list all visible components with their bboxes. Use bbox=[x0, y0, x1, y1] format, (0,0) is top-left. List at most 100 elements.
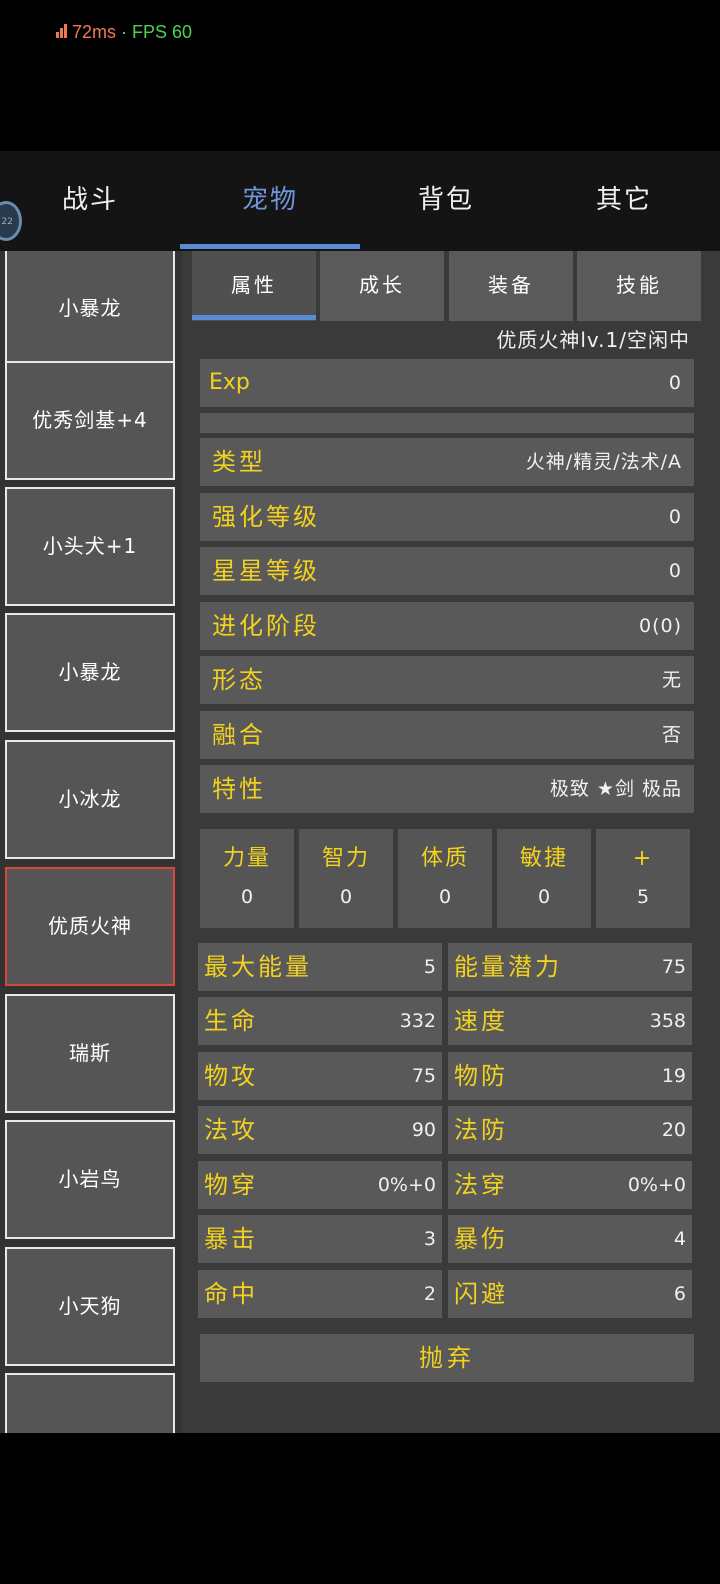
info-value: 无 bbox=[661, 669, 682, 691]
stat-value: 2 bbox=[423, 1283, 436, 1305]
attr-plus: + bbox=[632, 846, 654, 871]
stat-label: 暴击 bbox=[204, 1225, 258, 1253]
info-row-evolution: 进化阶段 0(0) bbox=[200, 602, 694, 650]
pet-list-item[interactable] bbox=[5, 1373, 175, 1433]
stat-value: 3 bbox=[423, 1228, 436, 1250]
attr-agility[interactable]: 敏捷 0 bbox=[497, 829, 591, 928]
stat-label: 物攻 bbox=[204, 1062, 258, 1090]
attr-name: 体质 bbox=[420, 846, 469, 871]
attr-value: 0 bbox=[438, 886, 452, 908]
stat-energy-potential: 能量潜力 75 bbox=[448, 943, 692, 991]
pet-list-item[interactable]: 优秀剑基+4 bbox=[5, 361, 175, 480]
attr-name: 智力 bbox=[321, 846, 370, 871]
stat-label: 闪避 bbox=[454, 1280, 508, 1308]
stat-value: 90 bbox=[411, 1119, 436, 1141]
pet-list-item[interactable]: 小暴龙 bbox=[5, 613, 175, 732]
info-label: 星星等级 bbox=[212, 557, 320, 585]
stat-hp: 生命 332 bbox=[198, 997, 442, 1045]
stat-value: 19 bbox=[661, 1065, 686, 1087]
game-window: 战斗 宠物 背包 其它 22 小暴龙 优秀剑基+4 小头犬+1 小暴龙 小冰龙 … bbox=[0, 151, 720, 1433]
stat-crit: 暴击 3 bbox=[198, 1215, 442, 1263]
info-label: 形态 bbox=[212, 666, 266, 694]
stat-crit-damage: 暴伤 4 bbox=[448, 1215, 692, 1263]
stat-value: 332 bbox=[399, 1010, 436, 1032]
info-value: 0 bbox=[668, 560, 682, 582]
info-label: 强化等级 bbox=[212, 503, 320, 531]
tab-active-indicator bbox=[180, 244, 360, 249]
stat-value: 358 bbox=[649, 1010, 686, 1032]
stat-label: 法防 bbox=[454, 1116, 508, 1144]
stat-phys-attack: 物攻 75 bbox=[198, 1052, 442, 1100]
stat-label: 物穿 bbox=[204, 1171, 258, 1199]
stat-max-energy: 最大能量 5 bbox=[198, 943, 442, 991]
attr-value: 0 bbox=[339, 886, 353, 908]
stat-speed: 速度 358 bbox=[448, 997, 692, 1045]
stat-label: 法穿 bbox=[454, 1171, 508, 1199]
info-row-fusion: 融合 否 bbox=[200, 711, 694, 759]
top-nav: 战斗 宠物 背包 其它 22 bbox=[0, 151, 720, 251]
pet-list-item[interactable]: 小暴龙 bbox=[5, 251, 175, 368]
stat-label: 最大能量 bbox=[204, 953, 312, 981]
subtab-skills[interactable]: 技能 bbox=[577, 251, 701, 321]
pet-list-item[interactable]: 小头犬+1 bbox=[5, 487, 175, 606]
tab-pets[interactable]: 宠物 bbox=[180, 151, 360, 251]
status-bar: 72ms · FPS 60 bbox=[56, 22, 192, 43]
info-value: 火神/精灵/法术/A bbox=[525, 451, 682, 473]
stat-magic-defense: 法防 20 bbox=[448, 1106, 692, 1154]
stat-label: 命中 bbox=[204, 1280, 258, 1308]
stat-value: 6 bbox=[673, 1283, 686, 1305]
info-label: 融合 bbox=[212, 721, 266, 749]
exp-value: 0 bbox=[668, 372, 682, 394]
exp-row: Exp 0 bbox=[200, 359, 694, 407]
stat-label: 生命 bbox=[204, 1007, 258, 1035]
stat-phys-penetration: 物穿 0%+0 bbox=[198, 1161, 442, 1209]
attr-constitution[interactable]: 体质 0 bbox=[398, 829, 492, 928]
attr-value: 0 bbox=[240, 886, 254, 908]
abandon-button[interactable]: 抛弃 bbox=[200, 1334, 694, 1382]
stat-value: 4 bbox=[673, 1228, 686, 1250]
stat-label: 物防 bbox=[454, 1062, 508, 1090]
pet-list-item[interactable]: 小岩鸟 bbox=[5, 1120, 175, 1239]
pet-list[interactable]: 小暴龙 优秀剑基+4 小头犬+1 小暴龙 小冰龙 优质火神 瑞斯 小岩鸟 小天狗 bbox=[0, 251, 182, 1433]
info-value: 极致 ★剑 极品 bbox=[549, 778, 682, 800]
info-value: 0(0) bbox=[638, 615, 682, 637]
info-label: 进化阶段 bbox=[212, 612, 320, 640]
tab-other[interactable]: 其它 bbox=[534, 151, 714, 251]
attr-points-button[interactable]: + 5 bbox=[596, 829, 690, 928]
signal-icon bbox=[56, 22, 68, 43]
subtab-attributes[interactable]: 属性 bbox=[192, 251, 316, 321]
stat-value: 20 bbox=[661, 1119, 686, 1141]
stat-value: 0%+0 bbox=[627, 1174, 686, 1196]
stat-value: 75 bbox=[411, 1065, 436, 1087]
info-label: 类型 bbox=[212, 448, 266, 476]
info-row-trait: 特性 极致 ★剑 极品 bbox=[200, 765, 694, 813]
attr-points-value: 5 bbox=[636, 886, 650, 908]
tab-battle[interactable]: 战斗 bbox=[0, 151, 180, 251]
subtab-growth[interactable]: 成长 bbox=[320, 251, 444, 321]
pet-list-item[interactable]: 小天狗 bbox=[5, 1247, 175, 1366]
pet-list-item[interactable]: 瑞斯 bbox=[5, 994, 175, 1113]
stat-magic-penetration: 法穿 0%+0 bbox=[448, 1161, 692, 1209]
subtab-active-indicator bbox=[192, 315, 316, 320]
tab-bag[interactable]: 背包 bbox=[356, 151, 536, 251]
stat-value: 0%+0 bbox=[377, 1174, 436, 1196]
pet-list-item[interactable]: 小冰龙 bbox=[5, 740, 175, 859]
stat-label: 能量潜力 bbox=[454, 953, 562, 981]
info-value: 0 bbox=[668, 506, 682, 528]
pet-detail-panel: 属性 成长 装备 技能 优质火神lv.1/空闲中 Exp 0 类型 火神/精灵/… bbox=[190, 251, 710, 1433]
info-label: 特性 bbox=[212, 775, 266, 803]
attr-strength[interactable]: 力量 0 bbox=[200, 829, 294, 928]
attr-name: 力量 bbox=[222, 846, 271, 871]
pet-list-item-selected[interactable]: 优质火神 bbox=[5, 867, 175, 986]
exp-bar bbox=[200, 413, 694, 433]
subtab-equipment[interactable]: 装备 bbox=[449, 251, 573, 321]
stat-value: 75 bbox=[661, 956, 686, 978]
attr-value: 0 bbox=[537, 886, 551, 908]
pet-title: 优质火神lv.1/空闲中 bbox=[496, 328, 690, 352]
attr-name: 敏捷 bbox=[519, 846, 568, 871]
ping-value: 72ms bbox=[72, 22, 117, 42]
stat-value: 5 bbox=[423, 956, 436, 978]
info-row-type: 类型 火神/精灵/法术/A bbox=[200, 438, 694, 486]
attr-intelligence[interactable]: 智力 0 bbox=[299, 829, 393, 928]
info-row-star: 星星等级 0 bbox=[200, 547, 694, 595]
